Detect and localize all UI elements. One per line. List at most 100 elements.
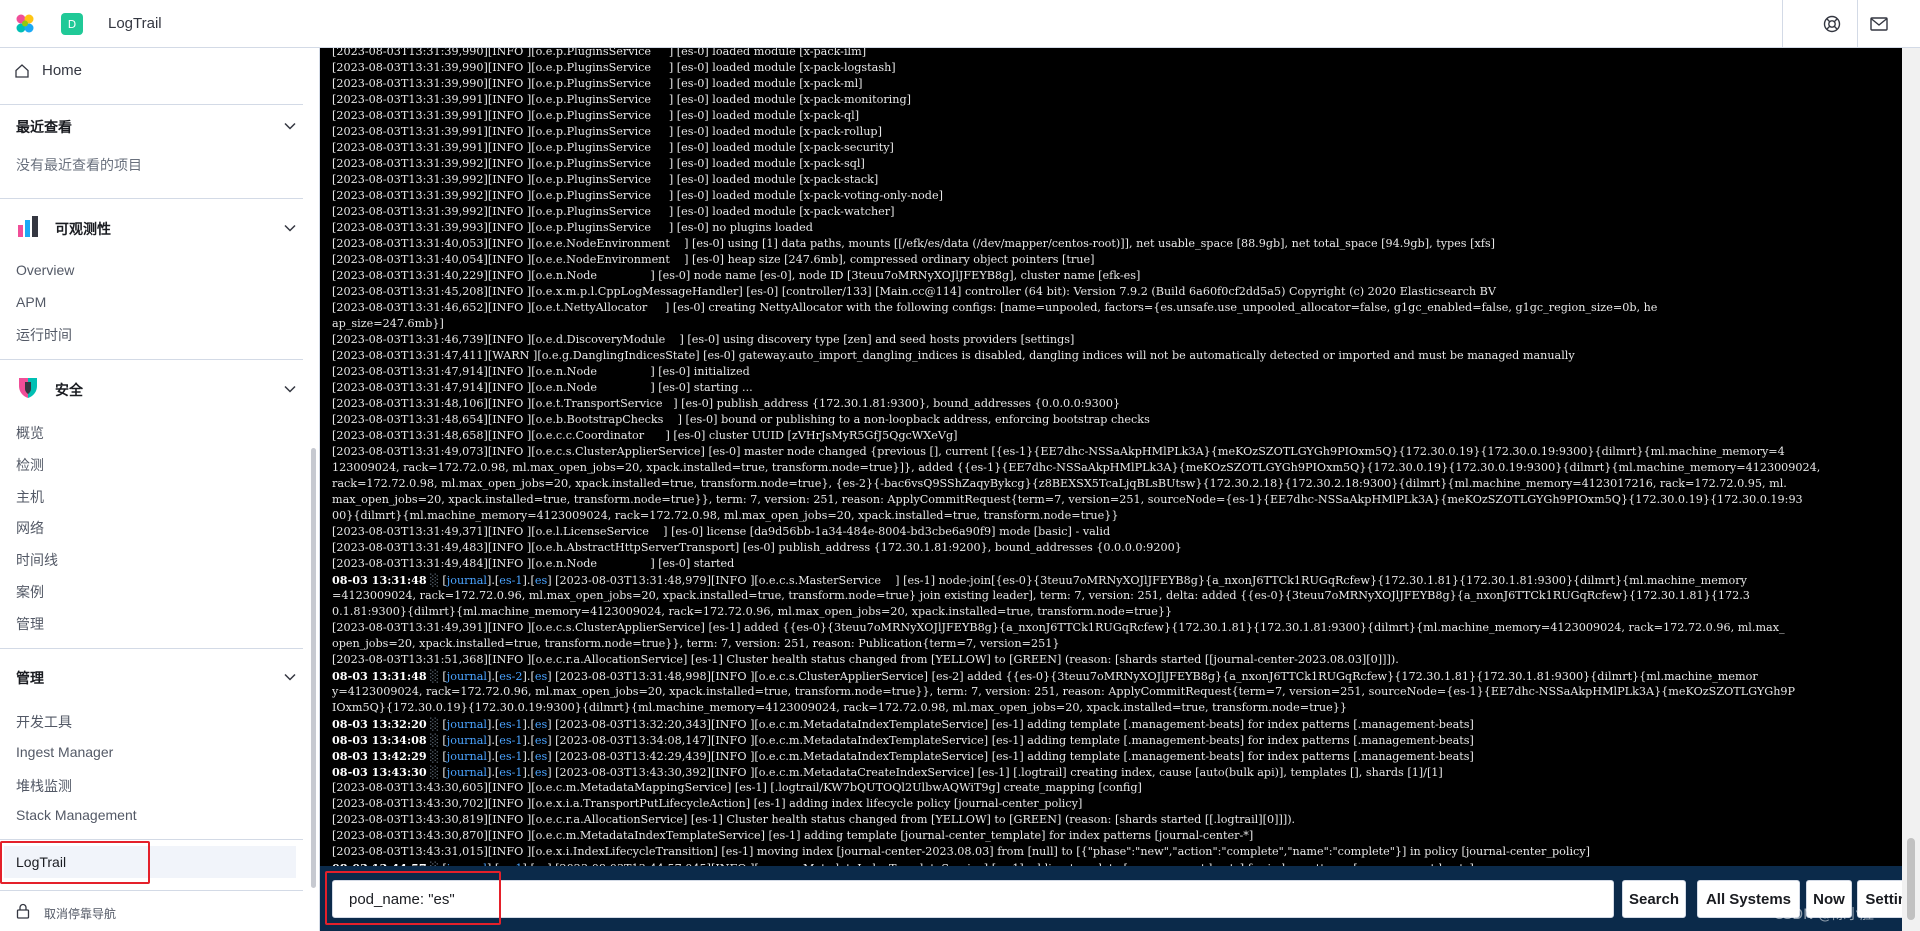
log-line-message: [2023-08-03T13:31:46,652][INFO ][o.e.t.N… bbox=[332, 301, 1658, 314]
page-scrollbar[interactable] bbox=[1902, 48, 1920, 931]
nav-item-overview[interactable]: Overview bbox=[16, 262, 74, 278]
nav-item-timeline[interactable]: 时间线 bbox=[16, 550, 58, 570]
annotation-highlight-box bbox=[0, 841, 150, 884]
log-line: [2023-08-03T13:31:48,106][INFO ][o.e.t.T… bbox=[332, 396, 1902, 412]
log-line-message: [2023-08-03T13:31:49,391][INFO ][o.e.c.s… bbox=[332, 621, 1785, 634]
log-context-icon[interactable]: ░ bbox=[427, 718, 443, 731]
log-line-message: rack=172.72.0.98, ml.max_open_jobs=20, x… bbox=[332, 477, 1787, 490]
nav-item-network[interactable]: 网络 bbox=[16, 518, 44, 538]
log-line: =4123009024, rack=172.72.0.96, ml.max_op… bbox=[332, 588, 1902, 604]
log-line-date: 08-03 13:43:30 bbox=[332, 765, 427, 779]
log-tag-link[interactable]: es bbox=[535, 670, 547, 683]
log-line: [2023-08-03T13:43:31,015][INFO ][o.e.x.i… bbox=[332, 844, 1902, 860]
log-line: 123009024, rack=172.72.0.98, ml.max_open… bbox=[332, 460, 1902, 476]
nav-item-ingest-manager[interactable]: Ingest Manager bbox=[16, 744, 113, 760]
log-line-message: y=4123009024, rack=172.72.0.96, ml.max_o… bbox=[332, 685, 1796, 698]
search-button[interactable]: Search bbox=[1622, 880, 1686, 918]
mail-icon[interactable] bbox=[1869, 14, 1889, 34]
nav-item-stack-management[interactable]: Stack Management bbox=[16, 807, 137, 823]
nav-item-stack-monitoring[interactable]: 堆栈监测 bbox=[16, 776, 72, 796]
log-line: 08-03 13:43:30 ░ [journal].[es-1].[es] [… bbox=[332, 765, 1443, 779]
log-line: 08-03 13:31:48 ░ [journal].[es-2].[es] [… bbox=[332, 669, 1758, 683]
chevron-down-icon[interactable] bbox=[282, 381, 298, 397]
log-context-icon[interactable]: ░ bbox=[427, 574, 443, 587]
recent-section-title[interactable]: 最近查看 bbox=[16, 117, 72, 137]
log-line: open_jobs=20, xpack.installed=true, tran… bbox=[332, 636, 1902, 652]
log-tag-link[interactable]: es bbox=[535, 734, 547, 747]
nav-item-detections[interactable]: 检测 bbox=[16, 455, 44, 475]
log-line: [2023-08-03T13:31:47,411][WARN ][o.e.g.D… bbox=[332, 348, 1902, 364]
log-line: [2023-08-03T13:31:39,991][INFO ][o.e.p.P… bbox=[332, 108, 1902, 124]
log-lines: [2023-08-03T13:31:39,990][INFO ][o.e.p.P… bbox=[332, 48, 1902, 866]
page-scrollbar-thumb[interactable] bbox=[1907, 838, 1915, 920]
log-line: [2023-08-03T13:43:30,870][INFO ][o.e.c.m… bbox=[332, 828, 1902, 844]
chevron-down-icon[interactable] bbox=[282, 669, 298, 685]
log-tag-link[interactable]: journal bbox=[447, 670, 487, 683]
log-line-date: 08-03 13:34:08 bbox=[332, 733, 427, 747]
nav-item-security-overview[interactable]: 概览 bbox=[16, 423, 44, 443]
nav-item-cases[interactable]: 案例 bbox=[16, 582, 44, 602]
nav-item-apm[interactable]: APM bbox=[16, 294, 46, 310]
log-tag-link[interactable]: es-1 bbox=[499, 718, 522, 731]
space-avatar[interactable]: D bbox=[61, 13, 83, 35]
log-tag-link[interactable]: journal bbox=[447, 750, 487, 763]
elastic-logo-icon[interactable] bbox=[14, 13, 36, 35]
log-line-message: [2023-08-03T13:31:47,411][WARN ][o.e.g.D… bbox=[332, 349, 1575, 362]
log-line-message: [2023-08-03T13:31:39,990][INFO ][o.e.p.P… bbox=[332, 61, 896, 74]
log-line-date: 08-03 13:31:48 bbox=[332, 573, 427, 587]
nav-item-security-admin[interactable]: 管理 bbox=[16, 614, 44, 634]
log-line: [2023-08-03T13:31:46,739][INFO ][o.e.d.D… bbox=[332, 332, 1902, 348]
log-line-message: [2023-08-03T13:31:39,990][INFO ][o.e.p.P… bbox=[332, 77, 863, 90]
log-line-message: [2023-08-03T13:31:48,106][INFO ][o.e.t.T… bbox=[332, 397, 1121, 410]
log-tag-link[interactable]: es-1 bbox=[499, 734, 522, 747]
log-line: y=4123009024, rack=172.72.0.96, ml.max_o… bbox=[332, 684, 1902, 700]
nav-item-dev-tools[interactable]: 开发工具 bbox=[16, 712, 72, 732]
log-context-icon[interactable]: ░ bbox=[427, 766, 443, 779]
log-tag-link[interactable]: journal bbox=[447, 718, 487, 731]
log-line: [2023-08-03T13:31:40,053][INFO ][o.e.e.N… bbox=[332, 236, 1902, 252]
log-tag-link[interactable]: es bbox=[535, 574, 547, 587]
log-tag-link[interactable]: journal bbox=[447, 574, 487, 587]
log-line: 08-03 13:31:48 ░ [journal].[es-1].[es] [… bbox=[332, 573, 1747, 587]
top-header: D LogTrail bbox=[0, 0, 1920, 48]
log-tag-link[interactable]: journal bbox=[447, 766, 487, 779]
log-tag-link[interactable]: es bbox=[535, 750, 547, 763]
log-line-message: open_jobs=20, xpack.installed=true, tran… bbox=[332, 637, 1060, 650]
undock-nav-button[interactable]: 取消停靠导航 bbox=[44, 905, 116, 922]
log-tag-link[interactable]: es-1 bbox=[499, 766, 522, 779]
log-line-message: max_open_jobs=20, xpack.installed=true, … bbox=[332, 493, 1803, 506]
log-line: [2023-08-03T13:31:39,992][INFO ][o.e.p.P… bbox=[332, 172, 1902, 188]
help-icon[interactable] bbox=[1822, 14, 1842, 34]
log-line: [2023-08-03T13:31:49,483][INFO ][o.e.h.A… bbox=[332, 540, 1902, 556]
log-context-icon[interactable]: ░ bbox=[427, 750, 443, 763]
log-tag-link[interactable]: journal bbox=[447, 734, 487, 747]
log-tag-link[interactable]: es-1 bbox=[499, 574, 522, 587]
log-tag-link[interactable]: es bbox=[535, 766, 547, 779]
log-tag-link[interactable]: es bbox=[535, 718, 547, 731]
log-line-date: 08-03 13:32:20 bbox=[332, 717, 427, 731]
log-context-icon[interactable]: ░ bbox=[427, 734, 443, 747]
nav-item-hosts[interactable]: 主机 bbox=[16, 487, 44, 507]
nav-item-uptime[interactable]: 运行时间 bbox=[16, 325, 72, 345]
log-tag-link[interactable]: es-1 bbox=[499, 750, 522, 763]
log-line: [2023-08-03T13:31:39,990][INFO ][o.e.p.P… bbox=[332, 76, 1902, 92]
log-line-date: 08-03 13:31:48 bbox=[332, 669, 427, 683]
sidebar-scrollbar[interactable] bbox=[311, 448, 316, 888]
management-section-title[interactable]: 管理 bbox=[16, 668, 44, 688]
log-context-icon[interactable]: ░ bbox=[427, 670, 443, 683]
chevron-down-icon[interactable] bbox=[282, 118, 298, 134]
log-line-message: [2023-08-03T13:31:47,914][INFO ][o.e.n.N… bbox=[332, 365, 750, 378]
log-line: 08-03 13:32:20 ░ [journal].[es-1].[es] [… bbox=[332, 717, 1474, 731]
chevron-down-icon[interactable] bbox=[282, 220, 298, 236]
observability-group-title[interactable]: 可观测性 bbox=[55, 219, 111, 239]
log-line-message: 123009024, rack=172.72.0.98, ml.max_open… bbox=[332, 461, 1821, 474]
search-input[interactable] bbox=[332, 880, 1614, 918]
log-line: [2023-08-03T13:31:48,658][INFO ][o.e.c.c… bbox=[332, 428, 1902, 444]
divider bbox=[0, 359, 303, 360]
security-icon bbox=[19, 378, 37, 398]
log-viewer[interactable]: [2023-08-03T13:31:39,990][INFO ][o.e.p.P… bbox=[320, 48, 1902, 866]
log-tag-link[interactable]: es-2 bbox=[499, 670, 522, 683]
lock-icon bbox=[16, 903, 30, 919]
nav-home[interactable]: Home bbox=[14, 62, 82, 79]
security-group-title[interactable]: 安全 bbox=[55, 380, 83, 400]
